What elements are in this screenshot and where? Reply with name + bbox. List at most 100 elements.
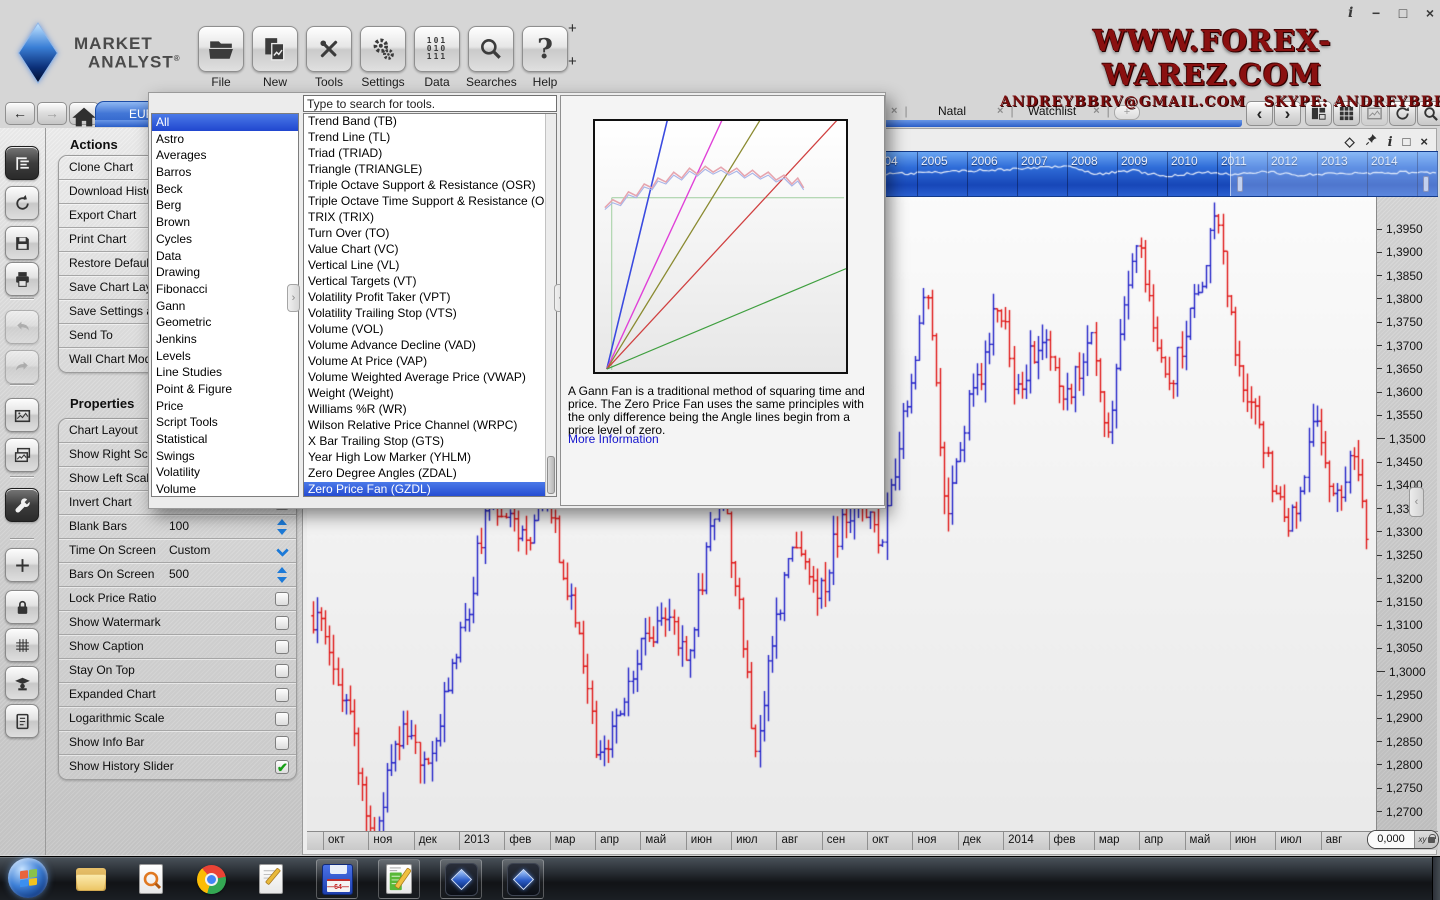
rail-education-button[interactable]: [5, 666, 39, 700]
category-item[interactable]: Swings: [152, 448, 298, 465]
category-item[interactable]: Brown: [152, 214, 298, 231]
category-item[interactable]: Script Tools: [152, 414, 298, 431]
taskbar-market-analyst-icon[interactable]: [502, 859, 544, 899]
rail-lock-button[interactable]: [5, 590, 39, 624]
checkbox[interactable]: [275, 760, 289, 774]
nav-forward-button[interactable]: →: [37, 102, 67, 125]
rail-save-button[interactable]: [5, 226, 39, 260]
category-item[interactable]: Geometric: [152, 314, 298, 331]
chart-diamond-icon[interactable]: ◇: [1345, 133, 1355, 151]
show-desktop-button[interactable]: [1432, 857, 1440, 900]
category-item[interactable]: Volume: [152, 481, 298, 497]
taskbar-explorer-folder-icon[interactable]: [70, 859, 112, 899]
chart-close-icon[interactable]: ×: [1420, 133, 1428, 151]
toolbar-data-button[interactable]: 101010111Data: [412, 26, 462, 89]
tool-item[interactable]: Triple Octave Time Support & Resistance …: [304, 194, 556, 210]
tool-item[interactable]: Volatility Trailing Stop (VTS): [304, 306, 556, 322]
tool-item[interactable]: Volume Weighted Average Price (VWAP): [304, 370, 556, 386]
history-selection-left-handle[interactable]: [1237, 176, 1243, 192]
category-item[interactable]: Volatility: [152, 464, 298, 481]
checkbox[interactable]: [275, 664, 289, 678]
checkbox[interactable]: [275, 616, 289, 630]
category-item[interactable]: Data: [152, 248, 298, 265]
category-item[interactable]: Fibonacci: [152, 281, 298, 298]
taskbar-notepad-icon[interactable]: [250, 859, 292, 899]
toolbar-tools-button[interactable]: Tools: [304, 26, 354, 89]
xy-lock-toggle[interactable]: xy: [1414, 831, 1438, 848]
toolbar-help-button[interactable]: ?Help: [520, 26, 570, 89]
checkbox[interactable]: [275, 688, 289, 702]
checkbox[interactable]: [275, 592, 289, 606]
stepper[interactable]: [276, 518, 288, 536]
window-minimize-icon[interactable]: −: [1372, 6, 1380, 20]
tool-item[interactable]: Triangle (TRIANGLE): [304, 162, 556, 178]
taskbar-search-document-icon[interactable]: [130, 859, 172, 899]
rail-chart-actions-button[interactable]: [5, 146, 39, 180]
tool-item[interactable]: Triple Octave Support & Resistance (OSR): [304, 178, 556, 194]
window-close-icon[interactable]: ×: [1426, 6, 1434, 20]
category-item[interactable]: Gann: [152, 298, 298, 315]
category-item[interactable]: Beck: [152, 181, 298, 198]
tool-item[interactable]: Year High Low Marker (YHLM): [304, 450, 556, 466]
rail-download-history-button[interactable]: [5, 186, 39, 220]
date-axis[interactable]: октноядек2013февмарапрмайиюниюлавгсенокт…: [307, 831, 1438, 850]
category-item[interactable]: Averages: [152, 147, 298, 164]
taskbar-floppy-64-icon[interactable]: —64—: [316, 859, 358, 899]
tool-item[interactable]: Weight (Weight): [304, 386, 556, 402]
rail-export-images-button[interactable]: [5, 438, 39, 472]
nav-back-button[interactable]: ←: [5, 102, 35, 125]
toolbar-new-button[interactable]: New: [250, 26, 300, 89]
tool-item[interactable]: Wilson Relative Price Channel (WRPC): [304, 418, 556, 434]
category-item[interactable]: Barros: [152, 164, 298, 181]
price-scale[interactable]: 1,39501,39001,38501,38001,37501,37001,36…: [1376, 197, 1437, 831]
category-item[interactable]: All: [152, 114, 298, 131]
chart-info-icon[interactable]: i: [1388, 133, 1393, 151]
tab-remnant[interactable]: × |: [891, 104, 908, 118]
category-item[interactable]: Cycles: [152, 231, 298, 248]
category-item[interactable]: Price: [152, 398, 298, 415]
tool-item[interactable]: Vertical Line (VL): [304, 258, 556, 274]
checkbox[interactable]: [275, 736, 289, 750]
category-item[interactable]: Astro: [152, 131, 298, 148]
dropdown-chevron-icon[interactable]: [276, 544, 289, 557]
tool-item[interactable]: X Bar Trailing Stop (GTS): [304, 434, 556, 450]
tool-item[interactable]: Volume (VOL): [304, 322, 556, 338]
more-information-link[interactable]: More Information: [568, 432, 659, 446]
category-item[interactable]: Line Studies: [152, 364, 298, 381]
categories-collapse-button[interactable]: ›: [287, 284, 300, 312]
category-item[interactable]: Berg: [152, 197, 298, 214]
start-button[interactable]: [8, 858, 48, 898]
close-icon[interactable]: ×: [891, 105, 897, 117]
rail-crosshair-button[interactable]: [5, 548, 39, 582]
chart-restore-icon[interactable]: □: [1403, 133, 1411, 151]
tool-item[interactable]: Zero Degree Angles (ZDAL): [304, 466, 556, 482]
rail-export-image-button[interactable]: [5, 398, 39, 432]
rail-notes-button[interactable]: [5, 704, 39, 738]
taskbar-green-editor-icon[interactable]: [378, 859, 420, 899]
window-info-icon[interactable]: i: [1348, 6, 1353, 20]
rail-redo-button[interactable]: [5, 350, 39, 384]
checkbox[interactable]: [275, 712, 289, 726]
category-item[interactable]: Jenkins: [152, 331, 298, 348]
scrollbar-thumb[interactable]: [547, 456, 555, 494]
toolbar-settings-button[interactable]: Settings: [358, 26, 408, 89]
tool-item[interactable]: Value Chart (VC): [304, 242, 556, 258]
category-item[interactable]: Levels: [152, 348, 298, 365]
tool-item[interactable]: Williams %R (WR): [304, 402, 556, 418]
tool-item[interactable]: Zero Price Fan (GZDL): [304, 482, 556, 497]
taskbar-market-analyst-icon[interactable]: [440, 859, 482, 899]
rail-undo-button[interactable]: [5, 310, 39, 344]
taskbar-chrome-icon[interactable]: [190, 859, 232, 899]
scale-collapse-button[interactable]: ‹: [1409, 487, 1424, 517]
checkbox[interactable]: [275, 640, 289, 654]
category-item[interactable]: Point & Figure: [152, 381, 298, 398]
category-item[interactable]: Statistical: [152, 431, 298, 448]
tool-item[interactable]: Trend Line (TL): [304, 130, 556, 146]
tool-item[interactable]: Volume At Price (VAP): [304, 354, 556, 370]
window-maximize-icon[interactable]: □: [1399, 6, 1407, 20]
chart-pin-icon[interactable]: [1365, 133, 1378, 151]
tool-item[interactable]: Triad (TRIAD): [304, 146, 556, 162]
toolbar-searches-button[interactable]: Searches: [466, 26, 516, 89]
rail-print-button[interactable]: [5, 262, 39, 296]
tool-item[interactable]: Vertical Targets (VT): [304, 274, 556, 290]
